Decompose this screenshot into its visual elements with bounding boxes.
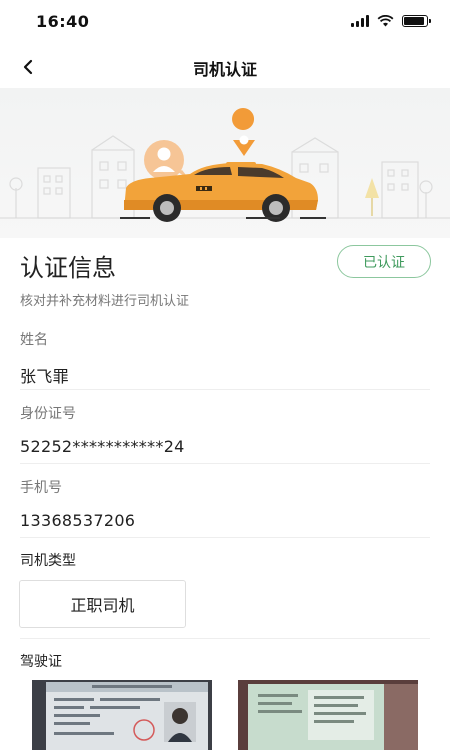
status-icons xyxy=(351,15,431,27)
divider xyxy=(20,638,430,639)
license-photo-back[interactable] xyxy=(238,680,418,750)
driver-type-label: 司机类型 xyxy=(20,553,76,569)
license-front-image xyxy=(32,680,212,750)
phone-field: 手机号 13368537206 xyxy=(20,477,430,530)
divider xyxy=(20,463,430,464)
status-time: 16:40 xyxy=(36,12,90,31)
nav-bar: 司机认证 xyxy=(0,44,450,90)
battery-icon xyxy=(402,15,431,27)
verified-status-badge: 已认证 xyxy=(337,245,431,278)
id-number-field: 身份证号 52252***********24 xyxy=(20,403,430,456)
license-back-image xyxy=(238,680,418,750)
banner-illustration xyxy=(0,88,450,238)
cellular-signal-icon xyxy=(351,15,369,27)
status-bar: 16:40 xyxy=(0,0,450,44)
phone-label: 手机号 xyxy=(20,480,62,496)
taxi-illustration xyxy=(0,108,450,222)
license-label: 驾驶证 xyxy=(20,654,62,670)
battery-level xyxy=(404,17,424,25)
page-title: 司机认证 xyxy=(192,60,257,79)
name-value: 张飞罪 xyxy=(20,367,69,386)
divider xyxy=(20,537,430,538)
name-label: 姓名 xyxy=(20,332,48,348)
license-photo-front[interactable] xyxy=(32,680,212,750)
id-number-label: 身份证号 xyxy=(20,406,76,422)
divider xyxy=(20,389,430,390)
wifi-icon xyxy=(377,15,394,27)
name-field: 姓名 张飞罪 xyxy=(20,329,430,387)
driver-type-option[interactable]: 正职司机 xyxy=(19,580,186,628)
section-subtitle: 核对并补充材料进行司机认证 xyxy=(20,294,190,309)
id-number-value: 52252***********24 xyxy=(20,437,185,456)
section-title: 认证信息 xyxy=(20,254,116,282)
phone-value: 13368537206 xyxy=(20,511,136,530)
